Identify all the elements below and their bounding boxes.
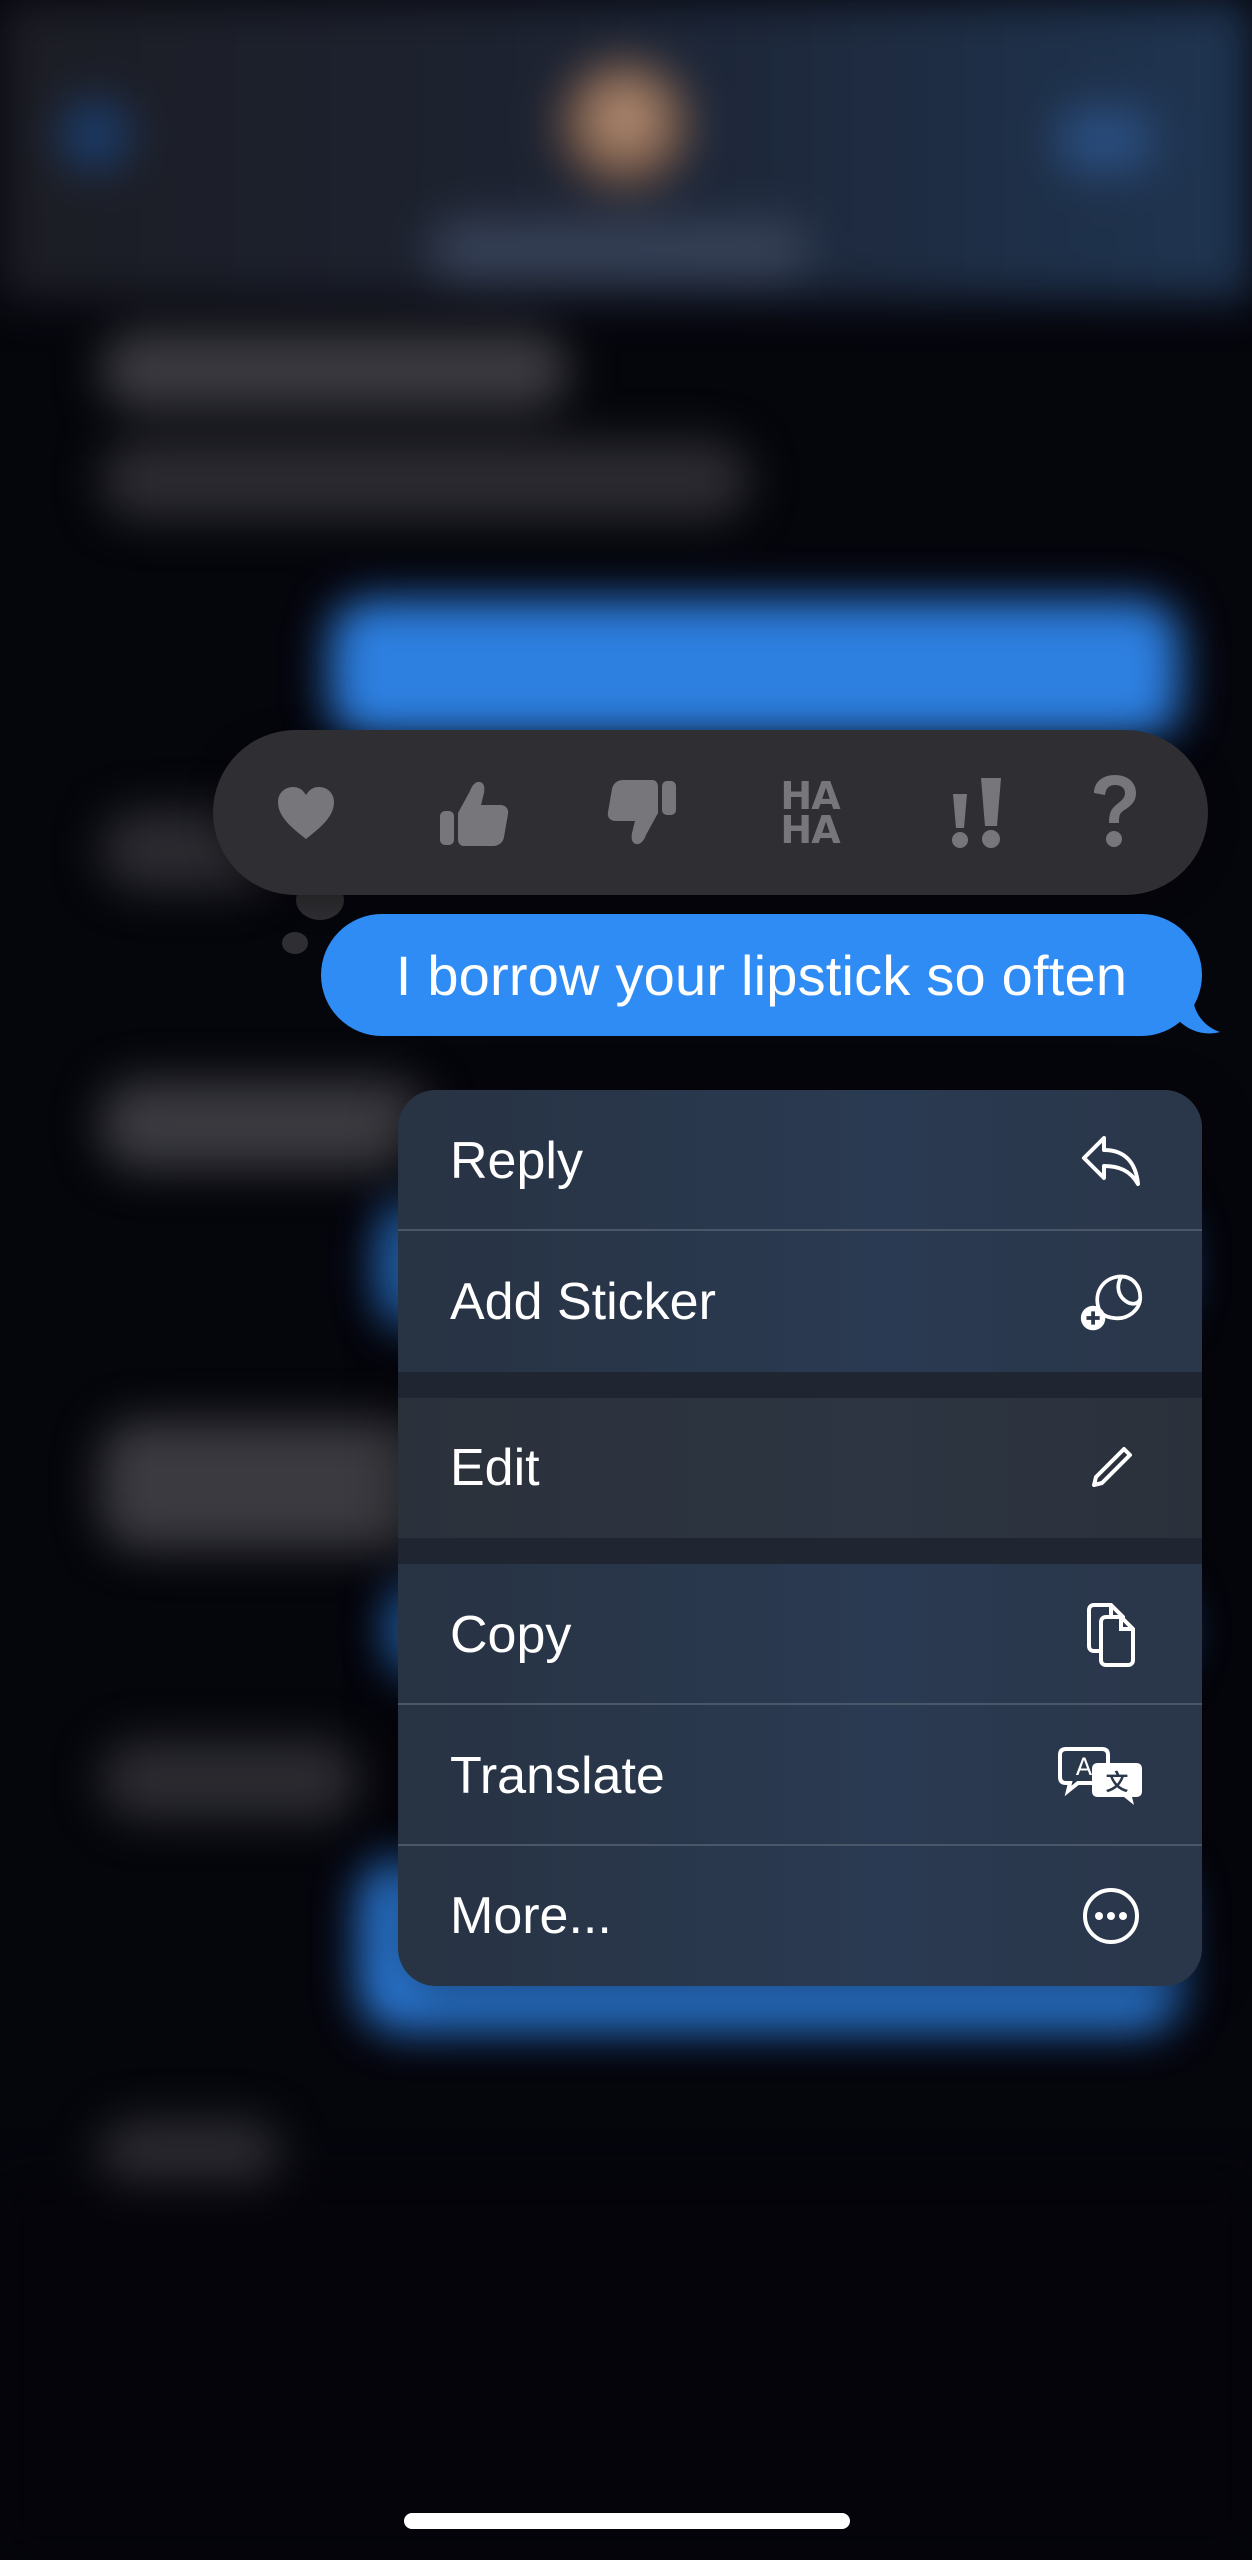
message-text: I borrow your lipstick so often (395, 943, 1128, 1007)
pencil-icon (1078, 1435, 1144, 1501)
menu-item-add-sticker[interactable]: Add Sticker (398, 1231, 1202, 1372)
tapback-reaction-bar: HA HA (213, 730, 1208, 895)
message-context-menu: Reply Add Sticker Edit Copy Translate A … (398, 1090, 1202, 1986)
reaction-thumbs-down-button[interactable] (577, 730, 707, 895)
blurred-contact-avatar (560, 60, 690, 190)
svg-text:文: 文 (1106, 1770, 1129, 1796)
menu-item-edit[interactable]: Edit (398, 1398, 1202, 1538)
haha-icon-bottom: HA (780, 807, 840, 852)
thumbs-up-icon (440, 781, 509, 846)
home-indicator[interactable] (404, 2513, 850, 2529)
heart-icon (278, 786, 334, 839)
menu-group-separator (398, 1538, 1202, 1564)
blurred-message (330, 600, 1180, 740)
blurred-back-button (60, 100, 130, 170)
copy-icon (1078, 1602, 1144, 1668)
reply-icon (1078, 1128, 1144, 1194)
menu-item-reply[interactable]: Reply (398, 1090, 1202, 1231)
messages-screen: HA HA I borrow your lipstick so often Re… (0, 0, 1252, 2560)
menu-item-more[interactable]: More... (398, 1846, 1202, 1986)
blurred-message (100, 1080, 430, 1170)
blurred-message (100, 440, 750, 520)
ellipsis-circle-icon (1078, 1883, 1144, 1949)
menu-item-add-sticker-label: Add Sticker (450, 1272, 716, 1331)
translate-icon: A 文 (1058, 1743, 1144, 1809)
blurred-input-area (0, 2180, 1252, 2560)
menu-item-more-label: More... (450, 1887, 612, 1945)
reaction-bar-tail-dot (282, 932, 308, 954)
blurred-video-button (1060, 110, 1150, 170)
reaction-thumbs-up-button[interactable] (409, 730, 539, 895)
reaction-haha-button[interactable]: HA HA (745, 730, 875, 895)
menu-item-copy[interactable]: Copy (398, 1564, 1202, 1705)
reaction-heart-button[interactable] (241, 730, 371, 895)
sticker-icon (1078, 1269, 1144, 1335)
haha-icon: HA HA (780, 777, 840, 852)
blurred-message (100, 330, 570, 410)
menu-group-separator (398, 1372, 1202, 1398)
menu-item-copy-label: Copy (450, 1605, 572, 1664)
reaction-exclamation-button[interactable] (913, 730, 1043, 895)
question-mark-icon (1094, 774, 1136, 847)
blurred-message (100, 1740, 360, 1820)
menu-item-translate[interactable]: Translate A 文 (398, 1705, 1202, 1846)
menu-item-translate-label: Translate (450, 1746, 665, 1805)
menu-item-edit-label: Edit (450, 1439, 540, 1497)
blurred-contact-name (430, 220, 810, 280)
menu-item-reply-label: Reply (450, 1131, 583, 1190)
reaction-question-button[interactable] (1050, 730, 1180, 895)
double-exclamation-icon (952, 777, 1001, 848)
message-bubble[interactable]: I borrow your lipstick so often (321, 914, 1202, 1036)
thumbs-down-icon (607, 779, 676, 844)
svg-text:A: A (1076, 1753, 1093, 1781)
